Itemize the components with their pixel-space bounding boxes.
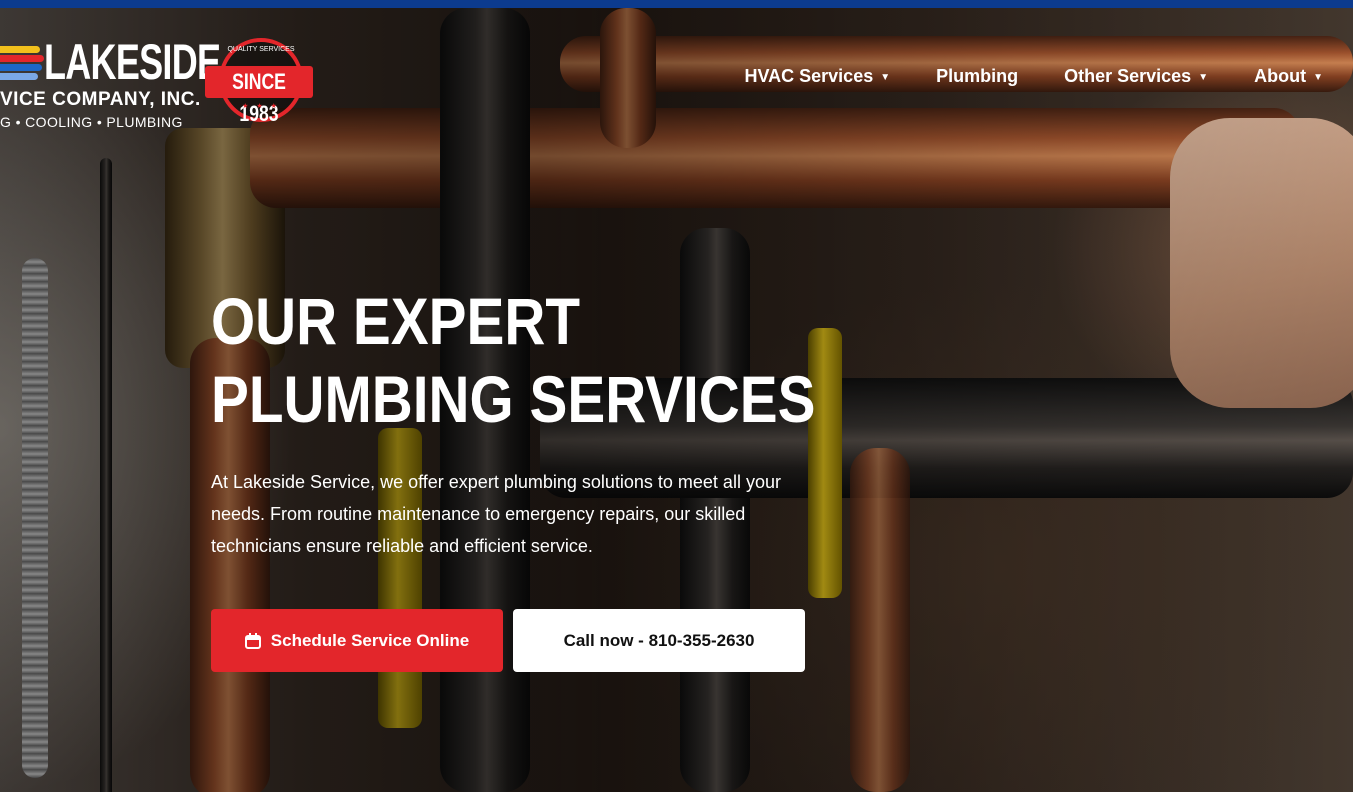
hero-content: OUR EXPERT PLUMBING SERVICES At Lakeside… — [211, 282, 831, 562]
headline-line-1: OUR EXPERT — [211, 284, 581, 358]
main-nav: HVAC Services ▼ Plumbing Other Services … — [698, 66, 1323, 87]
nav-item-label: About — [1254, 66, 1307, 86]
nav-item-label: Other Services — [1064, 66, 1192, 86]
call-now-label: Call now - 810-355-2630 — [563, 630, 755, 650]
cta-row: Schedule Service Online Call now - 810-3… — [211, 609, 805, 672]
company-logo[interactable]: LAKESIDE VICE COMPANY, INC. G • COOLING … — [0, 36, 320, 136]
call-now-button[interactable]: Call now - 810-355-2630 — [513, 609, 805, 672]
badge-stars: ★ ★ ★ — [242, 103, 280, 110]
badge-arc-text: QUALITY SERVICES — [227, 46, 295, 53]
logo-stripe — [0, 64, 42, 71]
nav-item-label: Plumbing — [936, 66, 1019, 86]
hero-description: At Lakeside Service, we offer expert plu… — [211, 472, 781, 556]
top-accent-strip — [0, 0, 1353, 8]
nav-item-other-services[interactable]: Other Services ▼ — [1064, 66, 1208, 87]
logo-stripe — [0, 73, 38, 80]
headline-line-2: PLUMBING SERVICES — [211, 362, 816, 436]
schedule-service-label: Schedule Service Online — [270, 630, 470, 650]
nav-item-plumbing[interactable]: Plumbing — [936, 66, 1018, 87]
logo-stripes-icon — [0, 46, 44, 82]
badge-band: SINCE 1983 — [205, 66, 313, 126]
caret-down-icon: ▼ — [1198, 72, 1209, 83]
schedule-service-button[interactable]: Schedule Service Online — [211, 609, 503, 672]
site-header: LAKESIDE VICE COMPANY, INC. G • COOLING … — [0, 8, 1353, 138]
since-1983-badge: QUALITY SERVICES SINCE 1983 ★ ★ ★ — [205, 38, 313, 126]
logo-stripe — [0, 46, 40, 53]
caret-down-icon: ▼ — [1313, 72, 1323, 83]
logo-name: LAKESIDE — [44, 34, 221, 90]
nav-item-about[interactable]: About ▼ — [1254, 66, 1323, 87]
logo-stripe — [0, 55, 44, 62]
calendar-icon — [244, 632, 261, 649]
nav-item-label: HVAC Services — [744, 66, 874, 86]
logo-company: VICE COMPANY, INC. — [0, 89, 201, 110]
caret-down-icon: ▼ — [880, 72, 891, 83]
badge-main-text: SINCE 1983 — [232, 69, 286, 126]
logo-tagline: G • COOLING • PLUMBING — [0, 114, 183, 130]
hero-headline: OUR EXPERT PLUMBING SERVICES — [211, 282, 831, 438]
nav-item-hvac-services[interactable]: HVAC Services ▼ — [744, 66, 890, 87]
